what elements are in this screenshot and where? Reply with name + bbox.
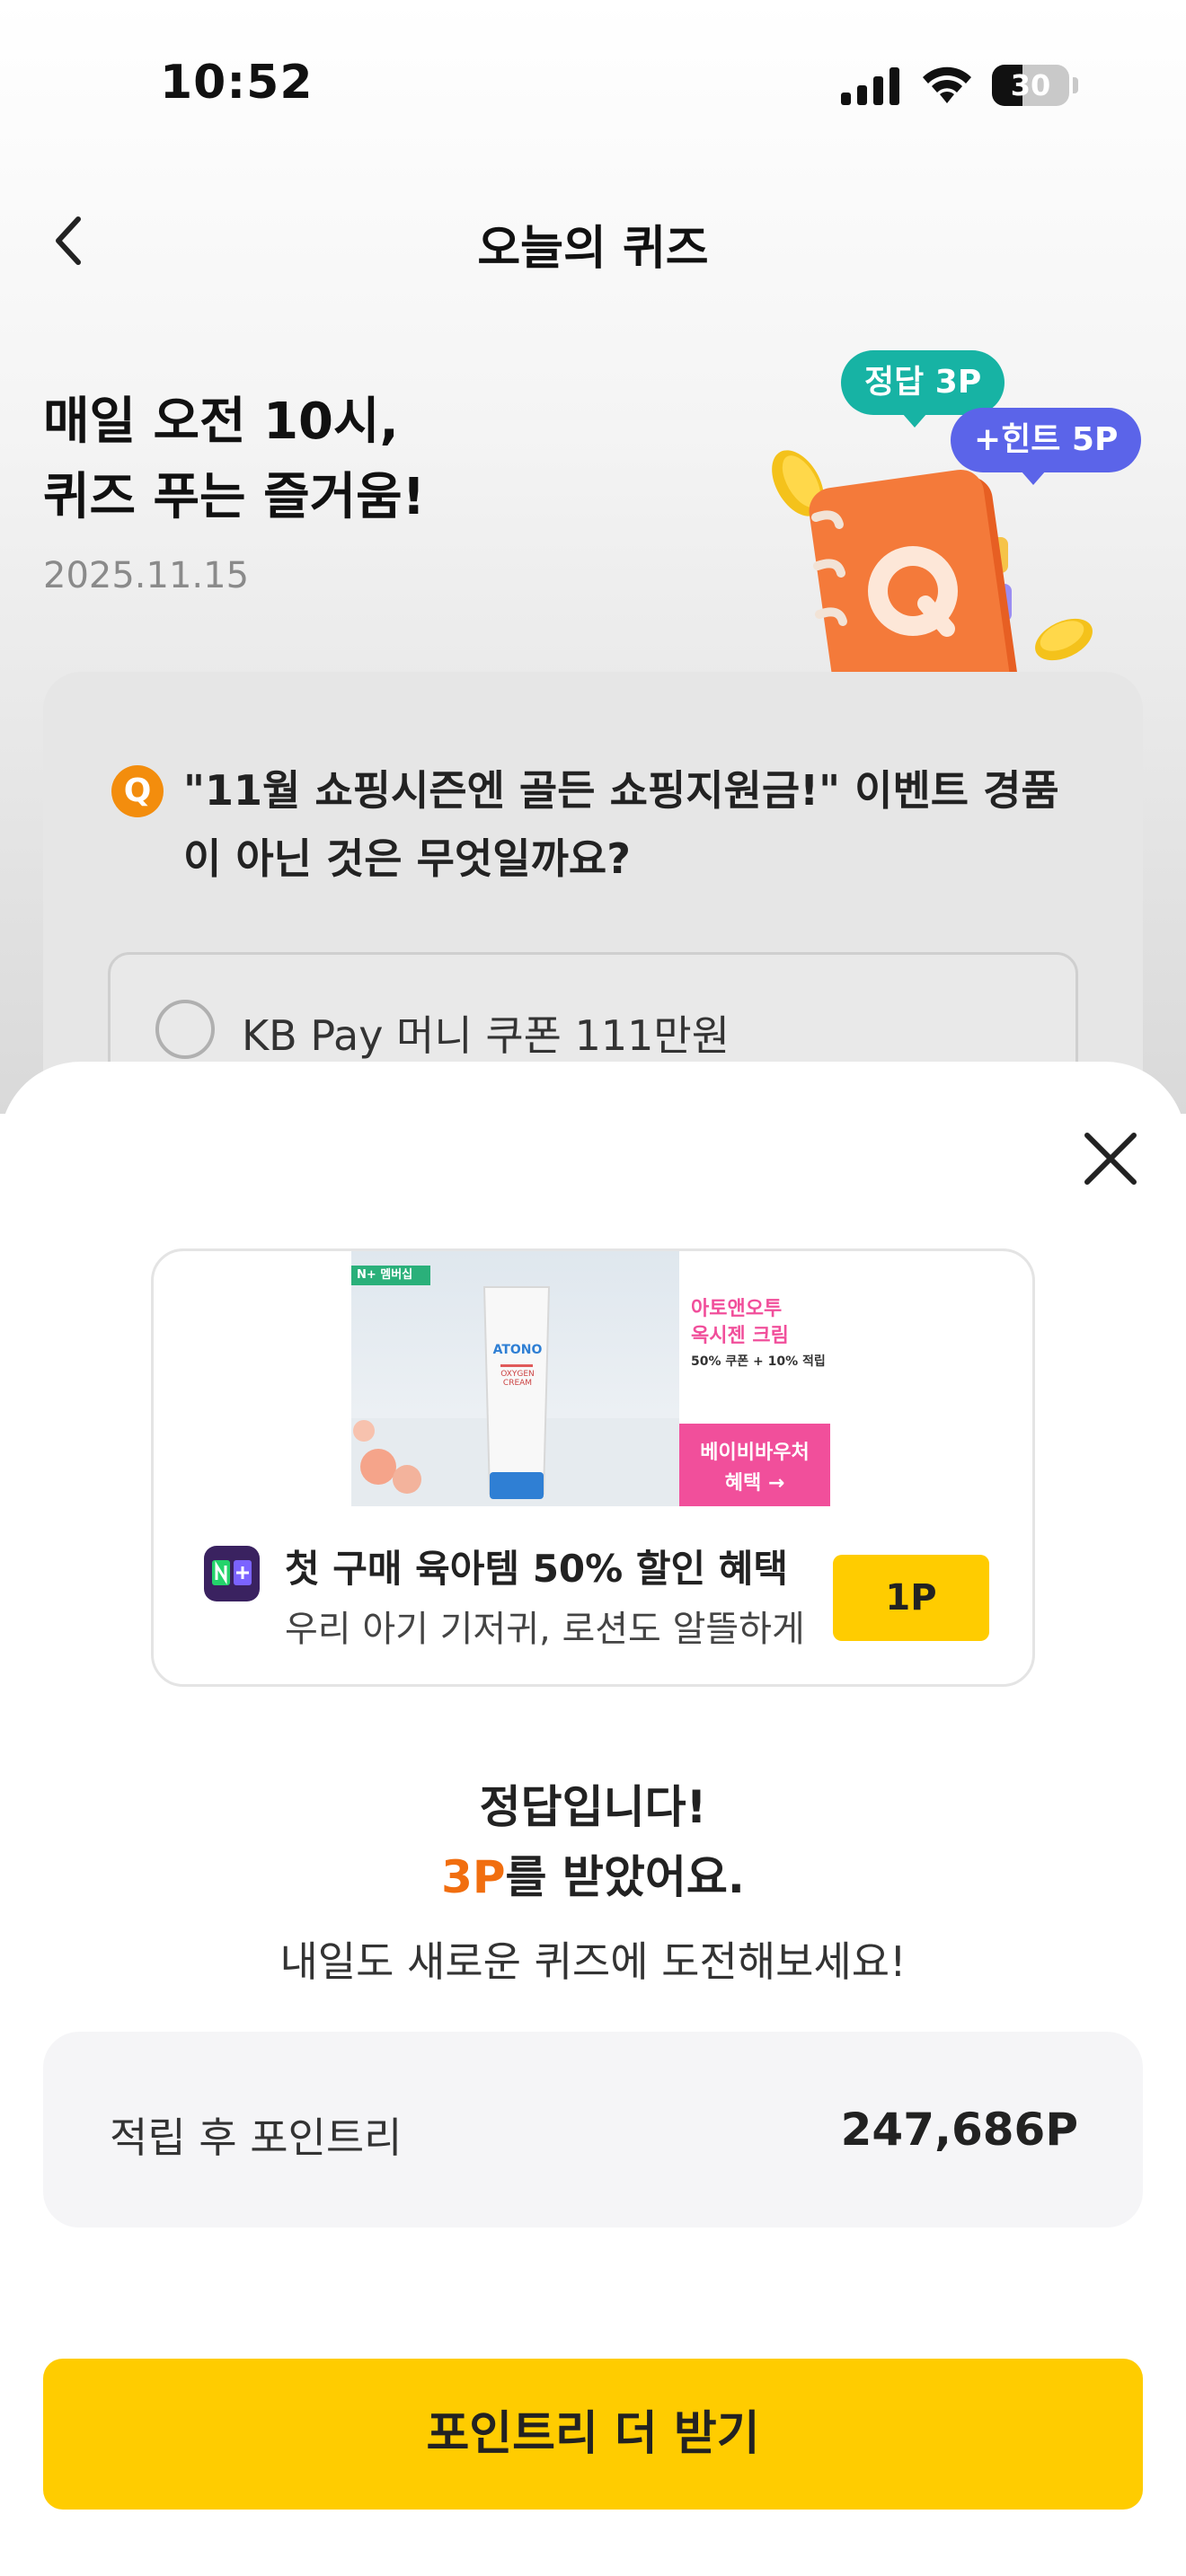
ad-points-button[interactable]: 1P [833,1555,989,1641]
ad-image: N+ 멤버십 ATONO OXYGEN CREAM 아토앤오투 옥시젠 크림 5… [351,1251,836,1506]
earned-points: 3P [441,1851,506,1903]
get-more-points-button[interactable]: 포인트리 더 받기 [43,2359,1143,2510]
bubble-tail [1021,471,1046,485]
quiz-date: 2025.11.15 [43,555,250,596]
ad-image-title-1: 아토앤오투 [691,1298,783,1320]
ad-image-tag: N+ 멤버십 [357,1268,413,1282]
answer-points-bubble: 정답 3P [841,350,1005,415]
close-icon [1084,1133,1137,1185]
wifi-icon [923,66,971,103]
answer-option-label: KB Pay 머니 쿠폰 111만원 [242,1011,730,1060]
close-button[interactable] [1075,1123,1146,1195]
ad-product-brand: ATONO [492,1343,543,1357]
total-points-box: 적립 후 포인트리 247,686P [43,2032,1143,2228]
ad-image-button-2: 혜택 → [724,1472,785,1495]
radio-icon [155,1000,215,1059]
status-icons: 30 [839,63,1078,108]
ad-product-name: OXYGEN CREAM [500,1370,535,1388]
ad-title: 첫 구매 육아템 50% 할인 혜택 [285,1547,789,1591]
total-points-value: 247,686P [840,2104,1078,2156]
ad-image-sub: 50% 쿠폰 + 10% 적립 [691,1354,826,1369]
hero-title: 매일 오전 10시, 퀴즈 푸는 즐거움! [43,393,426,526]
earned-points-text: 3P를 받았어요. [0,1841,1186,1906]
result-title: 정답입니다! [479,1781,707,1833]
bubble-tail [902,413,927,428]
page-title: 오늘의 퀴즈 [477,222,709,276]
battery-level: 30 [1010,68,1051,102]
earned-points-suffix: 를 받았어요. [505,1851,745,1903]
question-text: "11월 쇼핑시즌엔 골든 쇼핑지원금!" 이벤트 경품이 아닌 것은 무엇일까… [183,766,1059,883]
battery-icon: 30 [992,65,1078,106]
ad-card[interactable]: N+ 멤버십 ATONO OXYGEN CREAM 아토앤오투 옥시젠 크림 5… [151,1248,1035,1687]
ad-description: 우리 아기 기저귀, 로션도 알뜰하게 [285,1609,805,1650]
cellular-signal-icon [841,67,899,105]
question-badge: Q [111,765,164,817]
total-points-label: 적립 후 포인트리 [110,2113,403,2162]
status-time: 10:52 [160,56,314,110]
ad-image-button-1: 베이비바우처 [700,1442,810,1464]
ad-image-title-2: 옥시젠 크림 [691,1325,789,1347]
naver-plus-logo-icon [204,1546,260,1601]
result-subtitle: 내일도 새로운 퀴즈에 도전해보세요! [279,1937,907,1986]
hint-points-bubble: +힌트 5P [951,408,1142,472]
